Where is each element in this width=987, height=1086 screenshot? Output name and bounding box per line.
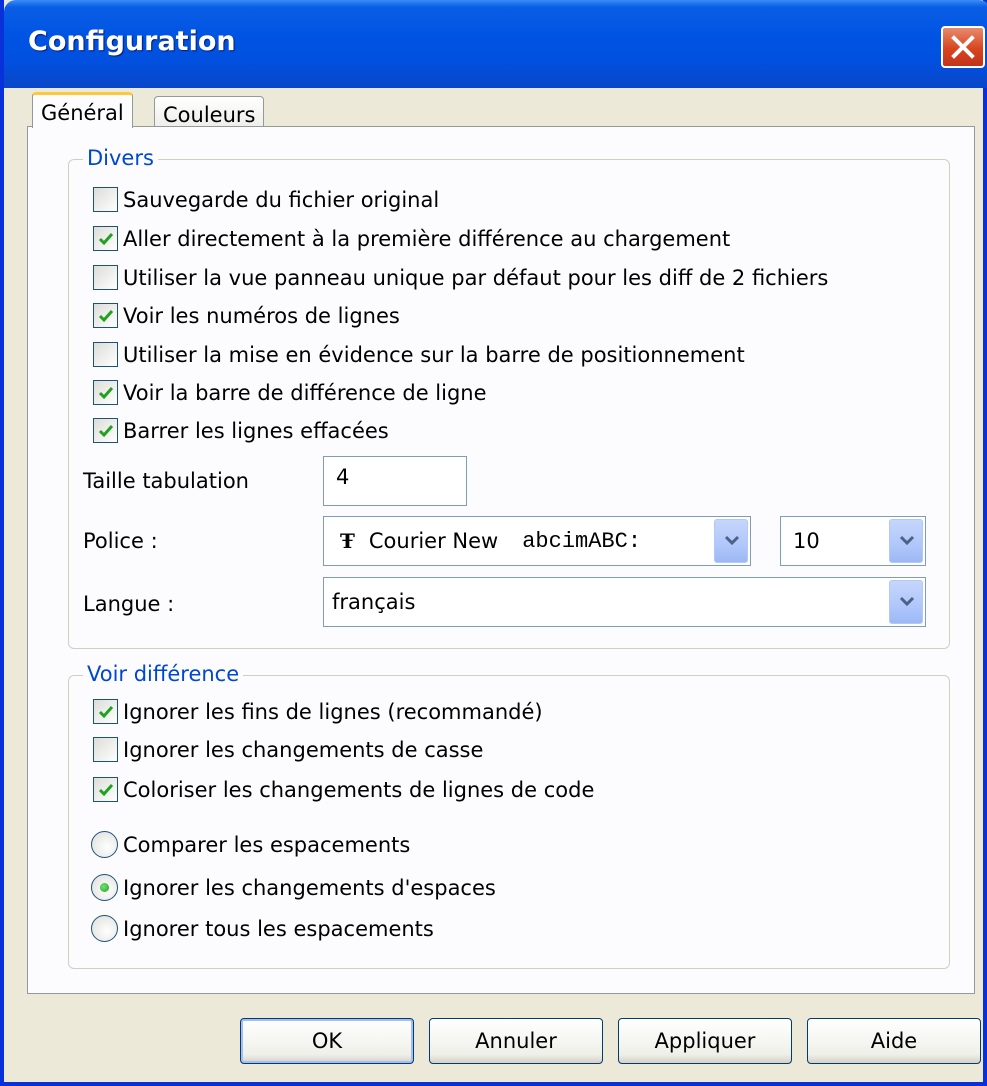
tab-size-label: Taille tabulation bbox=[83, 469, 249, 493]
radio-label: Ignorer les changements d'espaces bbox=[123, 875, 496, 900]
checkbox-label: Voir les numéros de lignes bbox=[123, 303, 400, 328]
help-button[interactable]: Aide bbox=[807, 1018, 981, 1064]
configuration-dialog: Configuration Général Couleurs Divers Sa… bbox=[0, 0, 987, 1086]
checkbox-box[interactable] bbox=[93, 187, 118, 212]
apply-button-label: Appliquer bbox=[654, 1029, 756, 1053]
truetype-font-icon: Ŧ bbox=[340, 529, 355, 553]
check-icon bbox=[98, 425, 114, 438]
chevron-down-icon bbox=[899, 596, 915, 607]
font-dropdown-button[interactable] bbox=[714, 519, 748, 563]
help-button-label: Aide bbox=[870, 1029, 918, 1053]
checkbox-label: Aller directement à la première différen… bbox=[123, 226, 731, 251]
checkbox-label: Utiliser la mise en évidence sur la barr… bbox=[123, 342, 745, 367]
divers-legend: Divers bbox=[83, 146, 158, 170]
apply-button[interactable]: Appliquer bbox=[618, 1018, 792, 1064]
checkbox-label: Ignorer les fins de lignes (recommandé) bbox=[123, 699, 543, 724]
checkbox-vue-panneau-unique[interactable]: Utiliser la vue panneau unique par défau… bbox=[93, 265, 828, 290]
checkbox-ignorer-fins-lignes[interactable]: Ignorer les fins de lignes (recommandé) bbox=[93, 699, 543, 724]
tab-size-label-text: Taille tabulation bbox=[83, 469, 249, 493]
checkbox-box[interactable] bbox=[93, 380, 118, 405]
check-icon bbox=[98, 784, 114, 797]
tab-panel: Divers Sauvegarde du fichier original Al… bbox=[27, 126, 975, 994]
radio-selected-dot bbox=[100, 883, 109, 892]
font-label: Police : bbox=[83, 529, 158, 553]
tab-size-value: 4 bbox=[336, 465, 350, 489]
tab-size-input[interactable]: 4 bbox=[323, 456, 467, 506]
checkbox-mise-en-evidence[interactable]: Utiliser la mise en évidence sur la barr… bbox=[93, 342, 745, 367]
tab-couleurs-label: Couleurs bbox=[163, 103, 256, 127]
cancel-button-label: Annuler bbox=[475, 1029, 557, 1053]
language-select[interactable]: français bbox=[323, 577, 926, 627]
checkbox-sauvegarde[interactable]: Sauvegarde du fichier original bbox=[93, 187, 439, 212]
font-size-select[interactable]: 10 bbox=[780, 516, 926, 566]
checkbox-label: Ignorer les changements de casse bbox=[123, 737, 484, 762]
language-dropdown-button[interactable] bbox=[889, 580, 923, 624]
ok-button-label: OK bbox=[311, 1029, 343, 1053]
checkbox-label: Coloriser les changements de lignes de c… bbox=[123, 777, 595, 802]
checkbox-label: Utiliser la vue panneau unique par défau… bbox=[123, 265, 829, 290]
radio-button[interactable] bbox=[91, 915, 118, 942]
checkbox-box[interactable] bbox=[93, 342, 118, 367]
checkbox-ignorer-casse[interactable]: Ignorer les changements de casse bbox=[93, 737, 483, 762]
radio-label: Comparer les espacements bbox=[123, 832, 411, 857]
check-icon bbox=[98, 706, 114, 719]
checkbox-label: Barrer les lignes effacées bbox=[123, 418, 389, 443]
check-icon bbox=[98, 310, 114, 323]
cancel-button[interactable]: Annuler bbox=[429, 1018, 603, 1064]
ok-button[interactable]: OK bbox=[240, 1018, 414, 1064]
radio-label: Ignorer tous les espacements bbox=[123, 916, 434, 941]
font-select[interactable]: Ŧ Courier New abcimABC: bbox=[323, 516, 751, 566]
checkbox-barre-difference-ligne[interactable]: Voir la barre de différence de ligne bbox=[93, 380, 487, 405]
radio-comparer-espacements[interactable]: Comparer les espacements bbox=[91, 831, 410, 858]
language-value: français bbox=[332, 590, 416, 614]
checkbox-box[interactable] bbox=[93, 777, 118, 802]
checkbox-coloriser-changements[interactable]: Coloriser les changements de lignes de c… bbox=[93, 777, 594, 802]
check-icon bbox=[98, 387, 114, 400]
checkbox-numeros-lignes[interactable]: Voir les numéros de lignes bbox=[93, 303, 400, 328]
tab-general[interactable]: Général bbox=[32, 92, 133, 128]
radio-button[interactable] bbox=[91, 874, 118, 901]
radio-ignorer-changements-espaces[interactable]: Ignorer les changements d'espaces bbox=[91, 874, 496, 901]
checkbox-aller-premiere-difference[interactable]: Aller directement à la première différen… bbox=[93, 226, 730, 251]
checkbox-box[interactable] bbox=[93, 226, 118, 251]
chevron-down-icon bbox=[899, 535, 915, 546]
close-icon bbox=[951, 35, 975, 59]
language-label: Langue : bbox=[83, 592, 174, 616]
check-icon bbox=[98, 233, 114, 246]
font-size-value: 10 bbox=[793, 529, 820, 553]
voir-difference-legend: Voir différence bbox=[83, 662, 244, 686]
title-bar[interactable]: Configuration bbox=[4, 0, 987, 88]
tab-general-label: Général bbox=[41, 101, 124, 125]
chevron-down-icon bbox=[724, 535, 740, 546]
checkbox-label: Voir la barre de différence de ligne bbox=[123, 380, 487, 405]
font-name: Courier New bbox=[368, 529, 499, 553]
checkbox-box[interactable] bbox=[93, 265, 118, 290]
checkbox-box[interactable] bbox=[93, 418, 118, 443]
close-button[interactable] bbox=[941, 26, 985, 68]
checkbox-box[interactable] bbox=[93, 737, 118, 762]
checkbox-label: Sauvegarde du fichier original bbox=[123, 187, 440, 212]
font-label-text: Police : bbox=[83, 529, 158, 553]
checkbox-box[interactable] bbox=[93, 699, 118, 724]
font-size-dropdown-button[interactable] bbox=[889, 519, 923, 563]
checkbox-box[interactable] bbox=[93, 303, 118, 328]
radio-ignorer-tous-espacements[interactable]: Ignorer tous les espacements bbox=[91, 915, 434, 942]
language-label-text: Langue : bbox=[83, 592, 175, 616]
font-sample: abcimABC: bbox=[522, 528, 642, 554]
checkbox-barrer-lignes-effacees[interactable]: Barrer les lignes effacées bbox=[93, 418, 389, 443]
window-title: Configuration bbox=[28, 26, 236, 57]
radio-button[interactable] bbox=[91, 831, 118, 858]
